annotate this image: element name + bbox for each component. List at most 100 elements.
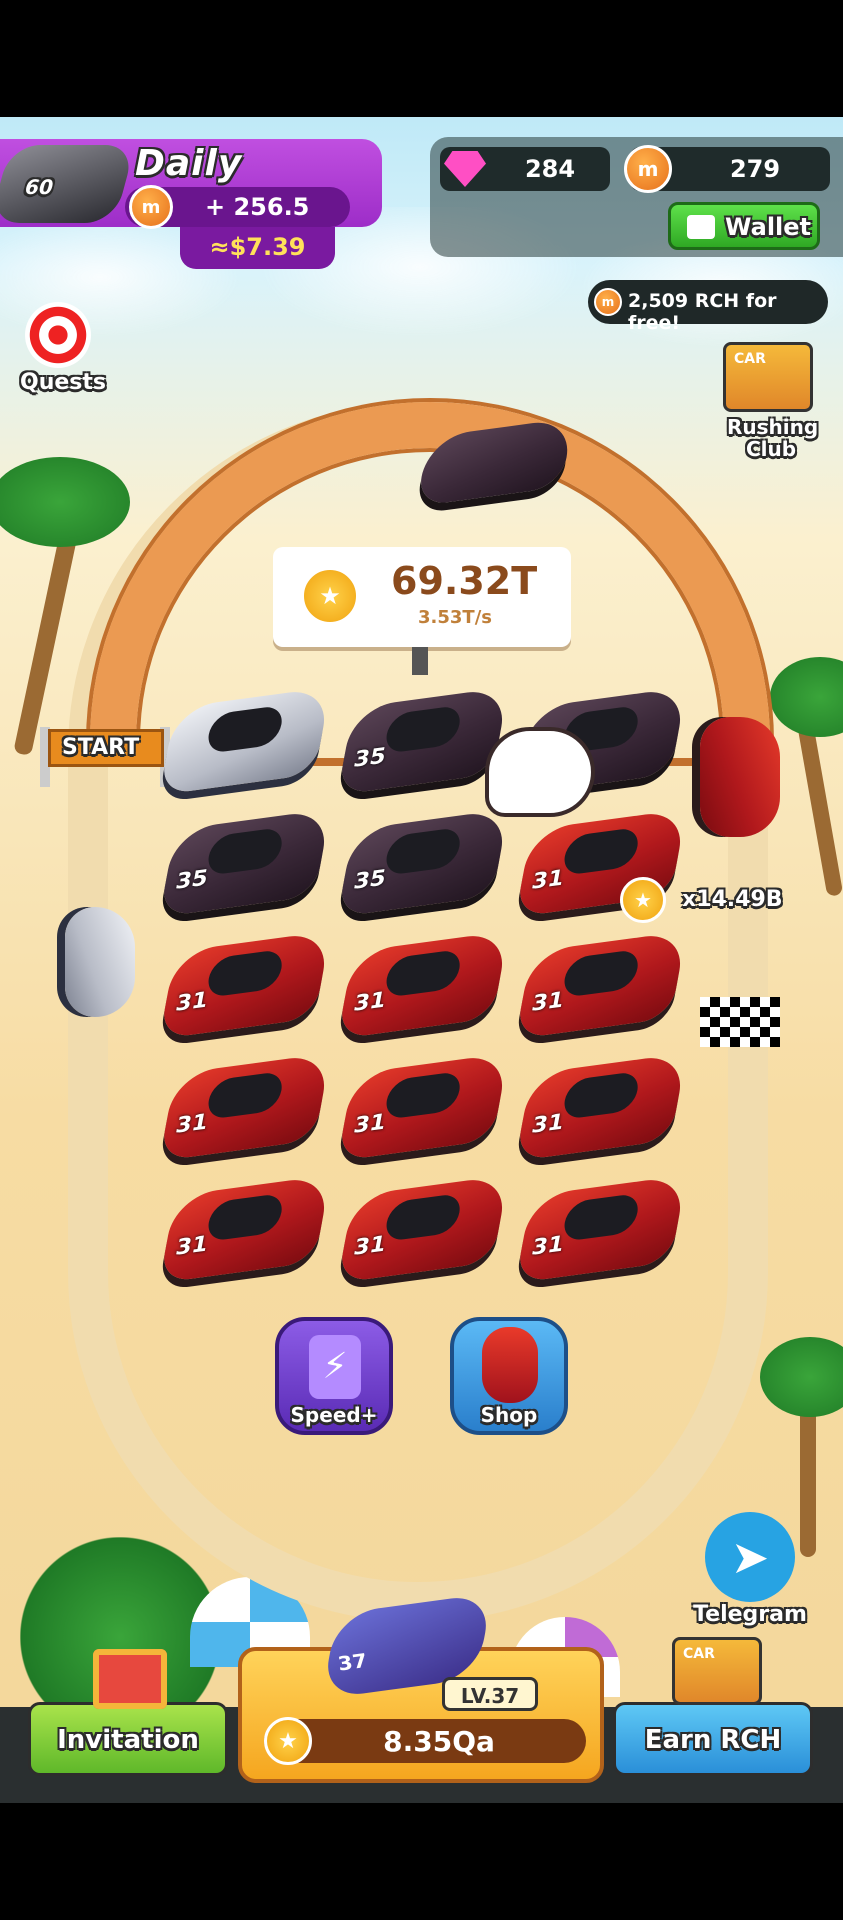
coin-balance: m 279 <box>624 145 830 193</box>
earnings-rate: 3.53T/s <box>418 607 492 628</box>
car-cockpit <box>205 948 286 999</box>
car-level-number: 31 <box>173 987 210 1017</box>
car-icon <box>482 1327 538 1403</box>
speed-label: Speed+ <box>290 1403 378 1427</box>
car-level-number: 35 <box>173 865 210 895</box>
earn-rch-button[interactable]: CAR Earn RCH <box>613 1637 813 1776</box>
car-level-number: 31 <box>351 987 388 1017</box>
merge-car-slot[interactable]: 35 <box>337 686 509 796</box>
car-level-number: 31 <box>351 1109 388 1139</box>
quests-label: Quests <box>20 370 106 395</box>
invitation-label: Invitation <box>57 1725 199 1755</box>
merge-car-slot[interactable]: 31 <box>159 1174 331 1284</box>
rch-coin-icon: m <box>624 145 672 193</box>
merge-car-slot[interactable] <box>159 686 331 796</box>
game-scene: 60 Daily Reward m + 256.5 ≈$7.39 284 m 2… <box>0 117 843 1803</box>
tap-hand-icon <box>485 727 595 817</box>
lightning-battery-icon: ⚡ <box>309 1335 361 1399</box>
buy-cost: 8.35Qa <box>383 1725 495 1758</box>
buy-car-button[interactable]: 37 LV.37 ★ 8.35Qa <box>238 1592 604 1783</box>
daily-reward-amount: + 256.5 <box>205 193 310 221</box>
car-level-number: 35 <box>351 865 388 895</box>
car-cockpit <box>205 1070 286 1121</box>
rch-coin-icon: m <box>594 288 622 316</box>
shop-button[interactable]: Shop <box>450 1317 568 1435</box>
merge-car-slot[interactable]: 35 <box>337 808 509 918</box>
merge-car-slot[interactable]: 31 <box>159 930 331 1040</box>
car-club-building-icon: CAR <box>723 342 813 412</box>
earn-rch-label: Earn RCH <box>644 1725 782 1755</box>
rushing-club-label: Rushing Club <box>727 415 819 461</box>
merge-car-slot[interactable]: 31 <box>337 1174 509 1284</box>
merge-car-slot[interactable]: 35 <box>159 808 331 918</box>
palm-tree-right <box>770 657 843 897</box>
wallet-label: Wallet <box>725 213 812 241</box>
car-club-building-icon: CAR <box>672 1637 762 1705</box>
car-cockpit <box>561 1192 642 1243</box>
invitation-button[interactable]: Invitation <box>28 1649 228 1776</box>
car-cockpit <box>205 1192 286 1243</box>
earn-sign: CAR <box>683 1646 715 1662</box>
merge-car-slot[interactable]: 31 <box>159 1052 331 1162</box>
merge-car-slot[interactable]: 31 <box>337 1052 509 1162</box>
car-cockpit <box>383 1192 464 1243</box>
merge-car-slot[interactable]: 31 <box>515 930 687 1040</box>
start-gate: START <box>30 717 180 787</box>
boost-multiplier: x14.49B <box>682 887 783 912</box>
car-level-number: 35 <box>351 743 388 773</box>
car-grid: 35 35 35 31 31 31 31 31 31 31 31 31 31 <box>159 686 710 1407</box>
daily-reward-usd-pill: ≈$7.39 <box>180 227 335 269</box>
car-cockpit <box>561 948 642 999</box>
merge-car-slot[interactable]: 31 <box>515 1052 687 1162</box>
start-label: START <box>62 735 140 760</box>
car-level-number: 31 <box>529 987 566 1017</box>
car-cockpit <box>383 948 464 999</box>
target-icon <box>25 302 91 368</box>
free-rch-offer[interactable]: m 2,509 RCH for free! <box>588 280 828 334</box>
free-rch-text: 2,509 RCH for free! <box>628 290 777 334</box>
quests-button[interactable]: Quests <box>20 302 110 402</box>
telegram-label: Telegram <box>693 1602 807 1627</box>
finish-flag-icon <box>700 997 780 1047</box>
daily-reward-usd: ≈$7.39 <box>209 233 306 261</box>
boost-coins: ★ <box>620 877 670 927</box>
club-sign: CAR <box>734 351 766 367</box>
car-cockpit <box>383 826 464 877</box>
wallet-icon <box>687 215 715 239</box>
earnings-sign: ★ 69.32T 3.53T/s <box>273 547 571 647</box>
car-cockpit <box>561 1070 642 1121</box>
sign-post <box>412 647 428 675</box>
gift-icon <box>93 1649 167 1709</box>
car-cockpit <box>561 826 642 877</box>
racing-car-right <box>700 717 780 837</box>
daily-reward-car-number: 60 <box>21 175 57 199</box>
earnings-total: 69.32T <box>391 559 538 603</box>
racing-car-left <box>65 907 135 1017</box>
buy-car-number: 37 <box>336 1648 369 1676</box>
gem-count: 284 <box>524 155 576 183</box>
car-cockpit <box>205 826 286 877</box>
car-level-number: 31 <box>529 1231 566 1261</box>
merge-car-slot[interactable]: 31 <box>515 1174 687 1284</box>
car-cockpit <box>205 704 286 755</box>
buy-level: LV.37 <box>460 1684 520 1708</box>
daily-reward-amount-pill: m + 256.5 <box>125 185 350 229</box>
screen: 60 Daily Reward m + 256.5 ≈$7.39 284 m 2… <box>0 0 843 1920</box>
car-cockpit <box>383 1070 464 1121</box>
merge-car-slot[interactable]: 31 <box>337 930 509 1040</box>
shop-label: Shop <box>480 1403 538 1427</box>
wallet-button[interactable]: Wallet <box>668 202 820 250</box>
rushing-club-button[interactable]: CAR Rushing Club <box>715 342 835 462</box>
telegram-button[interactable]: ➤ Telegram <box>690 1512 830 1632</box>
gem-icon <box>444 151 486 187</box>
buy-cost-pill: ★ 8.35Qa <box>264 1717 586 1765</box>
coin-count: 279 <box>729 155 781 183</box>
gold-coin-icon: ★ <box>620 877 666 923</box>
daily-reward-banner[interactable]: 60 Daily Reward m + 256.5 <box>0 139 382 229</box>
daily-reward-car-icon: 60 <box>0 145 136 223</box>
gold-coin-icon: ★ <box>301 567 359 625</box>
rch-coin-icon: m <box>129 185 173 229</box>
speed-boost-button[interactable]: ⚡ Speed+ <box>275 1317 393 1435</box>
buy-level-badge: LV.37 <box>442 1677 538 1711</box>
car-level-number: 31 <box>173 1109 210 1139</box>
